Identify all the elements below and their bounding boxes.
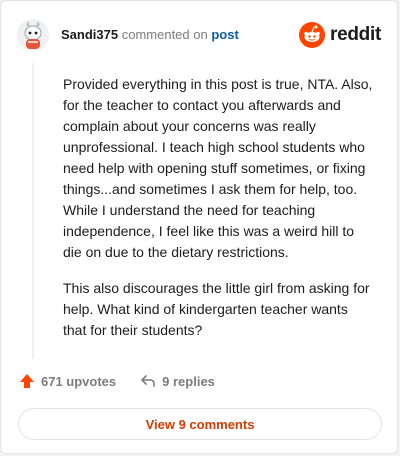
- user-avatar[interactable]: [17, 19, 49, 51]
- comment-paragraph: Provided everything in this post is true…: [63, 76, 373, 260]
- reply-count: 9 replies: [162, 373, 215, 389]
- comment-paragraph: This also discourages the little girl fr…: [63, 280, 370, 338]
- post-link[interactable]: post: [211, 27, 238, 42]
- reply-button[interactable]: 9 replies: [140, 373, 215, 389]
- reddit-logo-icon: [299, 22, 326, 48]
- upvote-button[interactable]: 671 upvotes: [19, 373, 116, 389]
- thread-line[interactable]: [32, 63, 34, 359]
- snoo-avatar-icon: [17, 19, 49, 51]
- view-comments-button[interactable]: View 9 comments: [18, 408, 382, 440]
- action-text: commented on: [121, 27, 208, 42]
- comment-body: Provided everything in this post is true…: [63, 74, 375, 356]
- comment-actions: 671 upvotes 9 replies: [19, 373, 215, 389]
- upvote-arrow-icon: [20, 374, 34, 388]
- username-link[interactable]: Sandi375: [61, 27, 118, 42]
- reddit-wordmark: reddit: [330, 24, 381, 45]
- reddit-brand[interactable]: reddit: [299, 22, 381, 48]
- comment-header: Sandi375 commented on post reddit: [17, 17, 381, 53]
- comment-meta: Sandi375 commented on post: [61, 27, 239, 43]
- reply-arrow-icon: [141, 375, 155, 387]
- upvote-count: 671 upvotes: [41, 373, 117, 389]
- comment-card: Sandi375 commented on post reddit Provid…: [0, 0, 398, 454]
